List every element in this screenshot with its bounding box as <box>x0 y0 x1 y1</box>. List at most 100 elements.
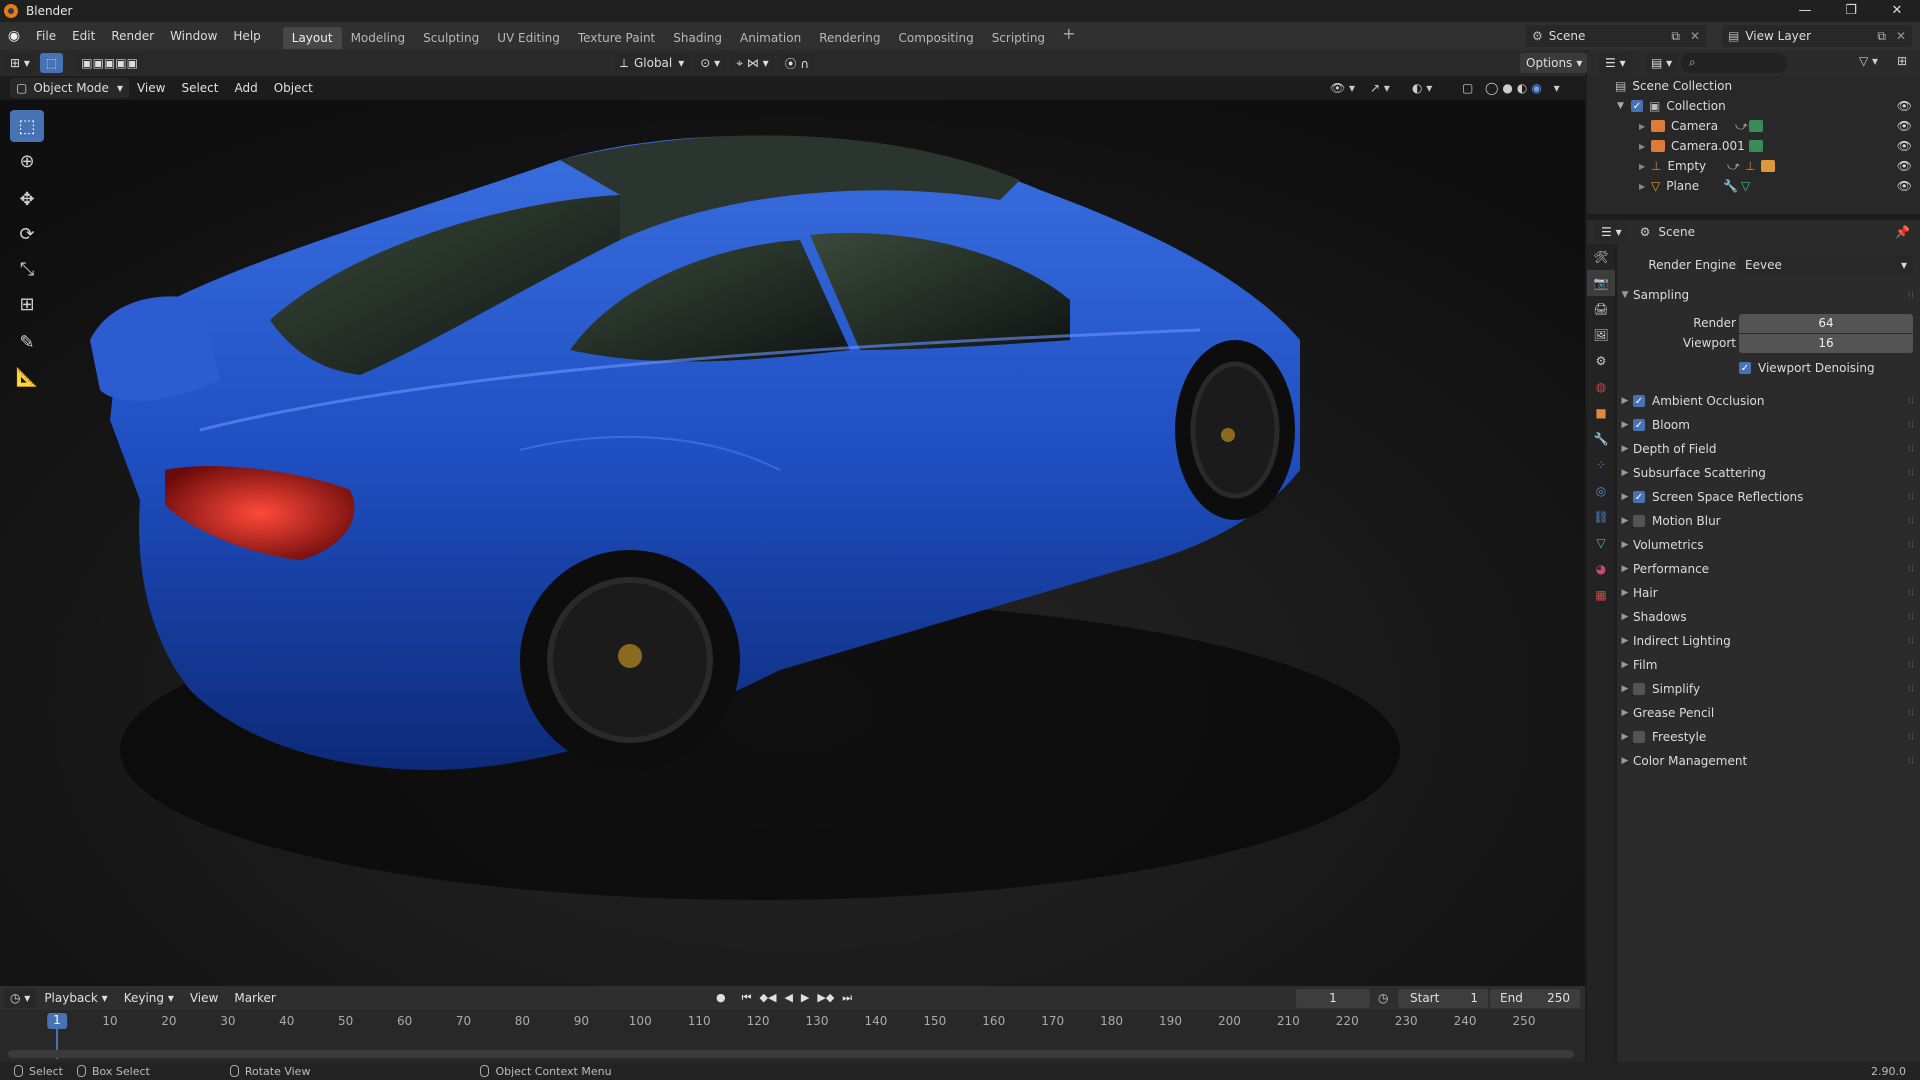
tab-compositing[interactable]: Compositing <box>889 27 982 49</box>
restore-button[interactable]: ❐ <box>1828 0 1874 22</box>
panel-hair[interactable]: ▶ Hair ⁞⁞ <box>1617 582 1920 604</box>
panel-enable-checkbox[interactable]: ✓ <box>1633 395 1645 407</box>
tab-sculpting[interactable]: Sculpting <box>414 27 488 49</box>
eye-icon[interactable]: 👁 <box>1897 99 1912 113</box>
particles-tab-icon[interactable]: ⁘ <box>1587 452 1615 478</box>
selection-mode-buttons[interactable]: ▣▣▣▣▣ <box>75 53 144 73</box>
outliner-editor-type[interactable]: ☰ ▾ <box>1599 53 1632 73</box>
3d-viewport[interactable] <box>0 50 1585 986</box>
drag-handle-icon[interactable]: ⁞⁞ <box>1908 588 1914 599</box>
current-frame-field[interactable]: 1 <box>1296 989 1370 1008</box>
timeline-scrollbar[interactable] <box>8 1050 1574 1058</box>
panel-enable-checkbox[interactable] <box>1633 731 1645 743</box>
physics-tab-icon[interactable]: ◎ <box>1587 478 1615 504</box>
viewport-menu-view[interactable]: View <box>129 81 173 95</box>
outliner-scene-collection[interactable]: ▤ Scene Collection <box>1587 76 1920 96</box>
world-tab-icon[interactable]: ◍ <box>1587 374 1615 400</box>
mode-dropdown[interactable]: ▢ Object Mode ▾ <box>10 78 129 98</box>
panel-motion-blur[interactable]: ▶ Motion Blur ⁞⁞ <box>1617 510 1920 532</box>
proportional-edit-button[interactable]: ⦿ ∩ <box>778 53 816 73</box>
constraints-tab-icon[interactable]: ⛓ <box>1587 504 1615 530</box>
expand-icon[interactable]: ▶ <box>1639 162 1651 171</box>
filter-icon[interactable]: ▽ ▾ <box>1859 54 1878 68</box>
outliner-item-camera[interactable]: ▶ Camera ⤻ 👁 <box>1587 116 1920 136</box>
panel-enable-checkbox[interactable]: ✓ <box>1633 491 1645 503</box>
menu-render[interactable]: Render <box>103 22 162 50</box>
viewport-menu-add[interactable]: Add <box>226 81 265 95</box>
panel-enable-checkbox[interactable]: ✓ <box>1633 419 1645 431</box>
drag-handle-icon[interactable]: ⁞⁞ <box>1908 684 1914 695</box>
drag-handle-icon[interactable]: ⁞⁞ <box>1908 540 1914 551</box>
viewport-samples-field[interactable]: 16 <box>1739 333 1913 353</box>
panel-sampling[interactable]: ▼ Sampling ⁞⁞ <box>1617 284 1920 306</box>
timeline-menu-marker[interactable]: Marker <box>226 991 283 1005</box>
viewport-menu-object[interactable]: Object <box>266 81 321 95</box>
drag-handle-icon[interactable]: ⁞⁞ <box>1908 636 1914 647</box>
panel-enable-checkbox[interactable] <box>1633 683 1645 695</box>
remove-scene-icon[interactable]: ✕ <box>1690 29 1700 43</box>
outliner-search-input[interactable]: ⌕ <box>1681 53 1787 73</box>
tab-animation[interactable]: Animation <box>731 27 810 49</box>
scene-tab-icon[interactable]: ⚙ <box>1587 348 1615 374</box>
expand-icon[interactable]: ▶ <box>1639 122 1651 131</box>
move-tool-icon[interactable]: ✥ <box>10 183 44 215</box>
timeline-editor-type[interactable]: ◷ ▾ <box>4 988 37 1008</box>
properties-editor-type[interactable]: ☰ ▾ <box>1595 222 1628 242</box>
drag-handle-icon[interactable]: ⁞⁞ <box>1908 396 1914 407</box>
copy-view-layer-icon[interactable]: ⧉ <box>1877 29 1886 44</box>
panel-freestyle[interactable]: ▶ Freestyle ⁞⁞ <box>1617 726 1920 748</box>
render-engine-dropdown[interactable]: Eevee ▾ <box>1739 255 1913 275</box>
end-frame-field[interactable]: End 250 <box>1490 989 1580 1008</box>
select-box-tool-icon[interactable]: ⬚ <box>10 110 44 142</box>
drag-handle-icon[interactable]: ⁞⁞ <box>1908 516 1914 527</box>
drag-handle-icon[interactable]: ⁞⁞ <box>1908 290 1914 301</box>
menu-help[interactable]: Help <box>225 22 268 50</box>
view-layer-tab-icon[interactable]: 🖼 <box>1587 322 1615 348</box>
play-icon[interactable]: ▶ <box>801 991 809 1005</box>
panel-subsurface-scattering[interactable]: ▶ Subsurface Scattering ⁞⁞ <box>1617 462 1920 484</box>
expand-icon[interactable]: ▶ <box>1639 182 1651 191</box>
record-icon[interactable]: ● <box>716 991 726 1005</box>
drag-handle-icon[interactable]: ⁞⁞ <box>1908 564 1914 575</box>
menu-file[interactable]: File <box>28 22 64 50</box>
transform-orientation-dropdown[interactable]: ⟂ Global ▾ <box>613 53 691 73</box>
shading-mode-buttons[interactable]: ◯●◐◉ ▾ <box>1485 81 1564 95</box>
eye-icon[interactable]: 👁 <box>1897 159 1912 173</box>
render-samples-field[interactable]: 64 <box>1739 313 1913 333</box>
tool-tab-icon[interactable]: 🛠 <box>1587 244 1615 270</box>
eye-icon[interactable]: 👁 <box>1897 139 1912 153</box>
next-keyframe-icon[interactable]: ▶◆ <box>817 991 834 1005</box>
add-workspace-button[interactable]: + <box>1054 24 1083 49</box>
drag-handle-icon[interactable]: ⁞⁞ <box>1908 756 1914 767</box>
close-button[interactable]: ✕ <box>1874 0 1920 22</box>
jump-end-icon[interactable]: ⏭ <box>842 991 852 1005</box>
expand-icon[interactable]: ▶ <box>1639 142 1651 151</box>
panel-volumetrics[interactable]: ▶ Volumetrics ⁞⁞ <box>1617 534 1920 556</box>
pivot-point-button[interactable]: ⊙ ▾ <box>694 53 727 73</box>
xray-icon[interactable]: ▢ <box>1462 81 1473 95</box>
overlay-icon[interactable]: ◐ ▾ <box>1412 81 1432 95</box>
select-mode-button[interactable]: ⬚ <box>39 53 64 73</box>
collapse-icon[interactable]: ▼ <box>1617 101 1631 111</box>
remove-view-layer-icon[interactable]: ✕ <box>1896 29 1906 43</box>
drag-handle-icon[interactable]: ⁞⁞ <box>1908 732 1914 743</box>
display-mode-button[interactable]: ▤ ▾ <box>1645 53 1679 73</box>
menu-edit[interactable]: Edit <box>64 22 103 50</box>
options-dropdown[interactable]: Options ▾ <box>1520 53 1589 73</box>
material-tab-icon[interactable]: ◕ <box>1587 556 1615 582</box>
panel-bloom[interactable]: ▶ ✓ Bloom ⁞⁞ <box>1617 414 1920 436</box>
timeline-menu-playback[interactable]: Playback ▾ <box>36 991 115 1005</box>
eye-icon[interactable]: 👁 <box>1897 119 1912 133</box>
drag-handle-icon[interactable]: ⁞⁞ <box>1908 708 1914 719</box>
panel-indirect-lighting[interactable]: ▶ Indirect Lighting ⁞⁞ <box>1617 630 1920 652</box>
panel-screen-space-reflections[interactable]: ▶ ✓ Screen Space Reflections ⁞⁞ <box>1617 486 1920 508</box>
blender-menu-icon[interactable]: ◉ <box>0 28 28 44</box>
visibility-icon[interactable]: 👁 ▾ <box>1330 81 1355 95</box>
drag-handle-icon[interactable]: ⁞⁞ <box>1908 612 1914 623</box>
panel-color-management[interactable]: ▶ Color Management ⁞⁞ <box>1617 750 1920 772</box>
panel-simplify[interactable]: ▶ Simplify ⁞⁞ <box>1617 678 1920 700</box>
playhead[interactable]: 1 <box>47 1013 67 1029</box>
snap-button[interactable]: ⌖ ⋈ ▾ <box>730 53 775 73</box>
panel-performance[interactable]: ▶ Performance ⁞⁞ <box>1617 558 1920 580</box>
viewport-menu-select[interactable]: Select <box>173 81 226 95</box>
